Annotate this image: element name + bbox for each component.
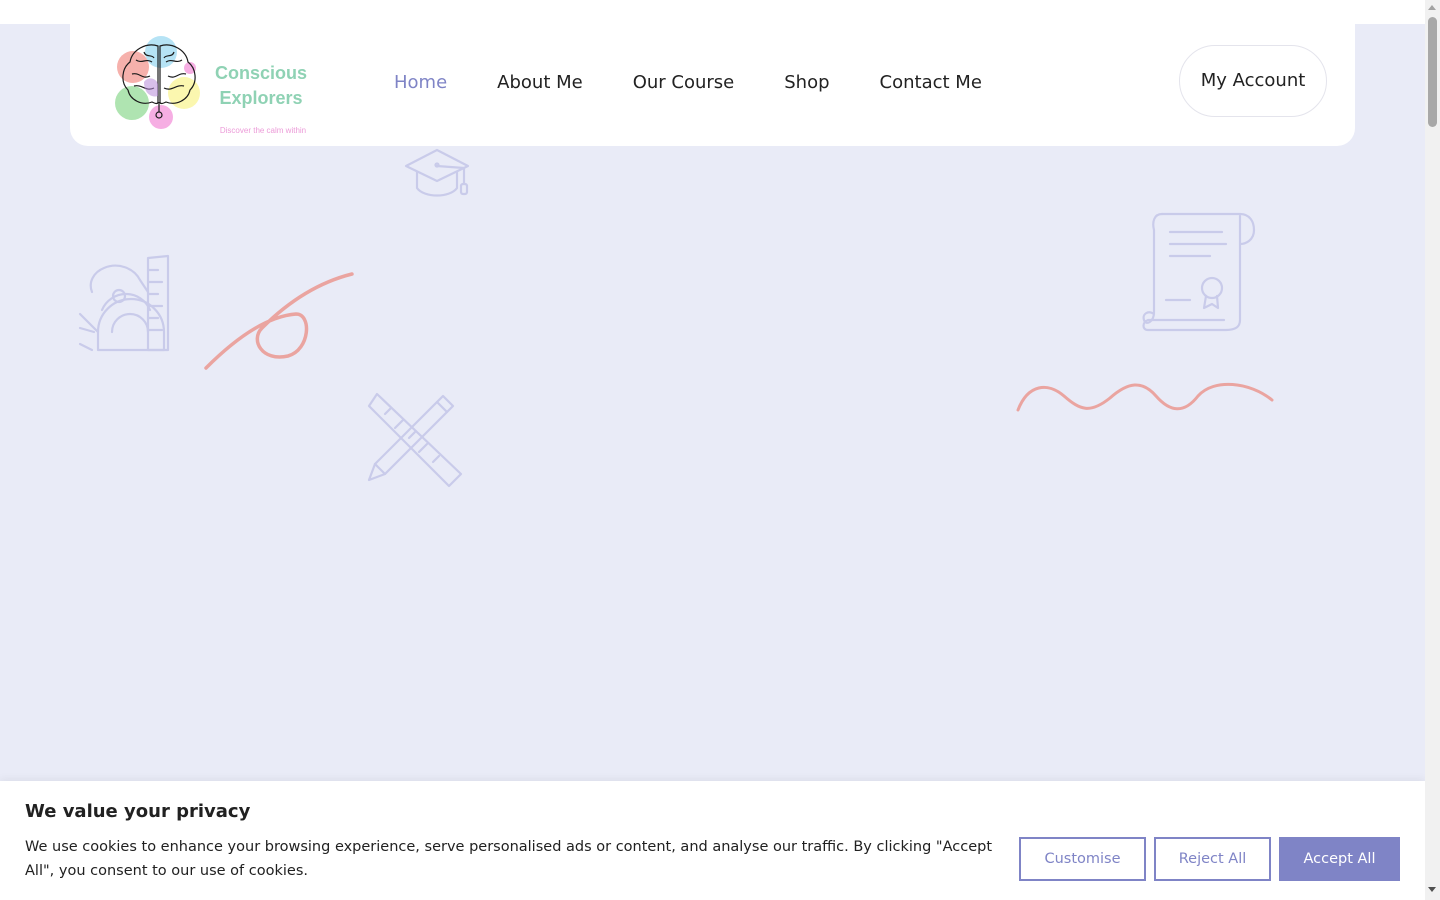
loop-squiggle	[204, 272, 354, 370]
nav-our-course[interactable]: Our Course	[633, 70, 735, 96]
scroll-thumb[interactable]	[1428, 17, 1437, 127]
nav-shop[interactable]: Shop	[784, 70, 829, 96]
page-viewport: Conscious Explorers Discover the calm wi…	[0, 0, 1425, 900]
site-logo[interactable]: Conscious Explorers Discover the calm wi…	[114, 36, 314, 135]
wave-squiggle	[1016, 382, 1274, 412]
site-header: Conscious Explorers Discover the calm wi…	[70, 18, 1355, 146]
certificate-scroll-icon	[1142, 212, 1256, 332]
scroll-down-arrow-icon[interactable]	[1428, 887, 1436, 892]
accept-all-button[interactable]: Accept All	[1279, 837, 1400, 881]
pencil-ruler-icon	[367, 392, 463, 488]
cookie-banner: We value your privacy We use cookies to …	[0, 781, 1425, 900]
cookie-title: We value your privacy	[25, 801, 251, 822]
scroll-up-arrow-icon[interactable]	[1428, 5, 1436, 10]
graduation-cap-icon	[404, 148, 470, 197]
geometry-tools-icon	[78, 254, 170, 352]
reject-all-button[interactable]: Reject All	[1154, 837, 1271, 881]
cookie-text: We use cookies to enhance your browsing …	[25, 839, 993, 879]
customise-button[interactable]: Customise	[1019, 837, 1146, 881]
nav-contact-me[interactable]: Contact Me	[880, 70, 982, 96]
page-scrollbar[interactable]	[1425, 0, 1440, 900]
main-nav: Home About Me Our Course Shop Contact Me	[394, 70, 1032, 96]
brand-tagline: Discover the calm within	[219, 126, 307, 135]
brain-logo-icon	[115, 36, 200, 129]
my-account-button[interactable]: My Account	[1179, 45, 1327, 117]
nav-about-me[interactable]: About Me	[497, 70, 583, 96]
nav-home[interactable]: Home	[394, 70, 447, 96]
hero-section	[0, 24, 1425, 900]
brand-name: Conscious Explorers	[214, 63, 307, 108]
